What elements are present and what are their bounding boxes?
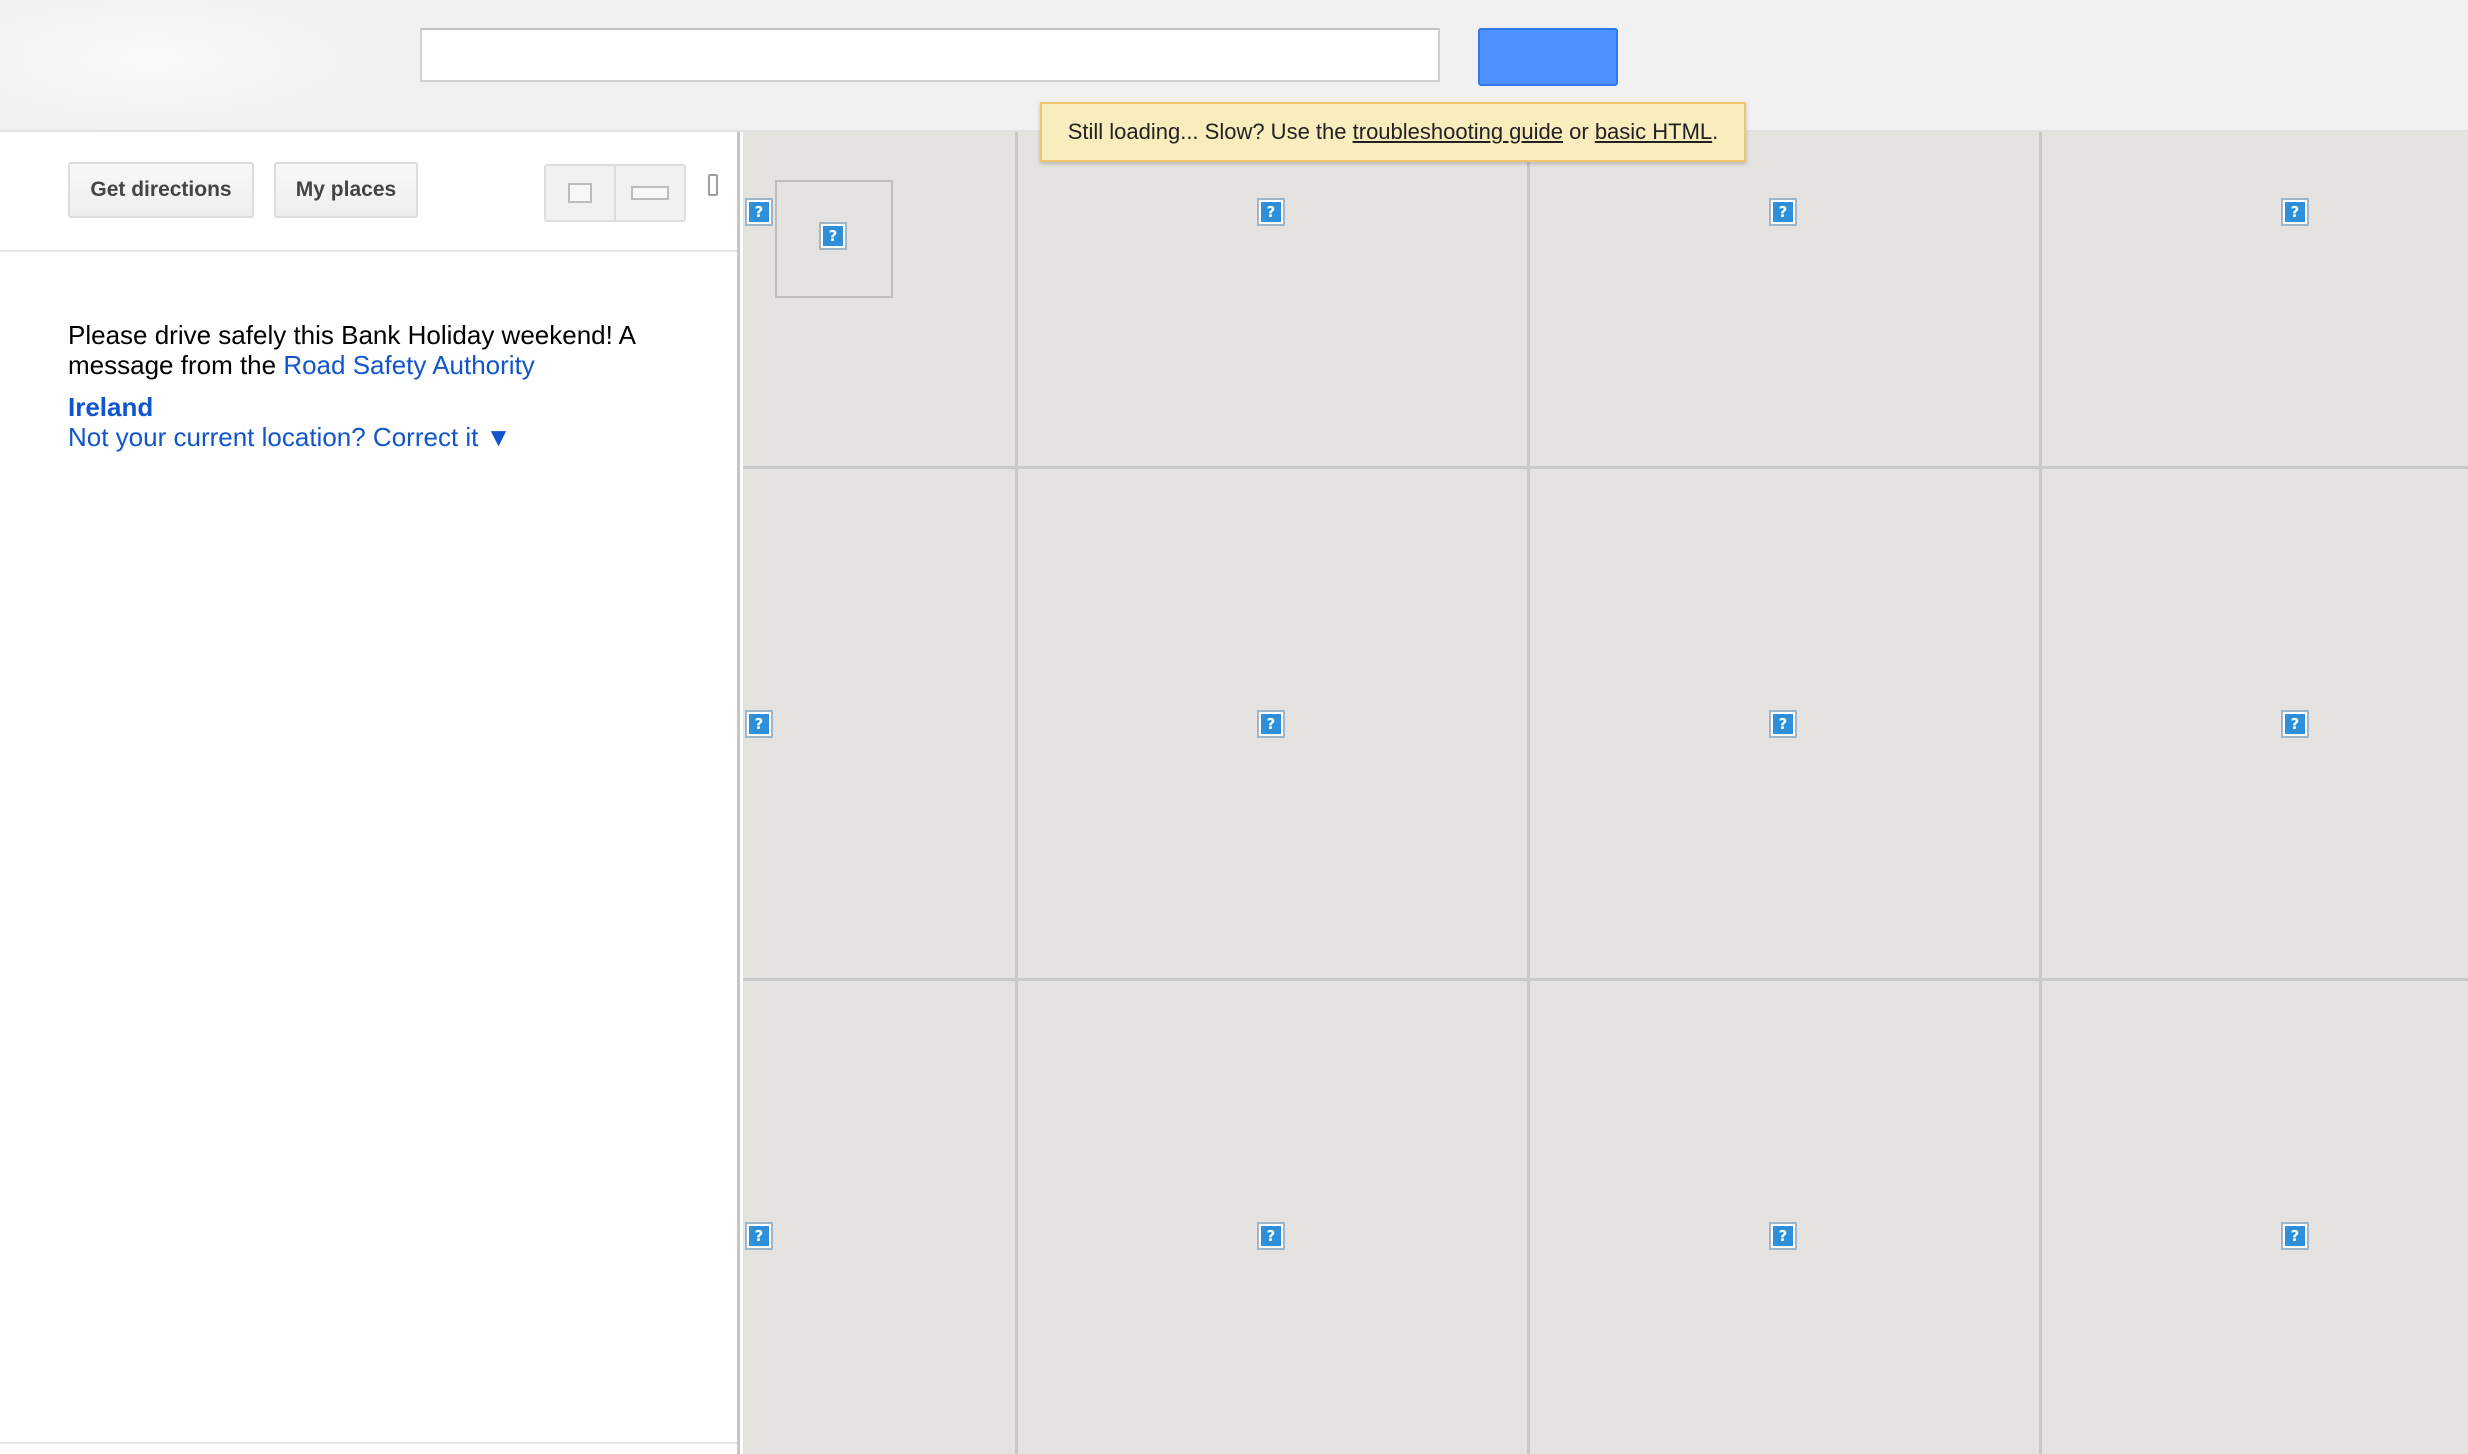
broken-image-icon: ? bbox=[745, 710, 773, 738]
loading-notice-middle: or bbox=[1563, 119, 1595, 144]
wide-view-icon bbox=[631, 186, 669, 200]
search-input[interactable] bbox=[420, 28, 1440, 82]
map-grid-line bbox=[743, 978, 2468, 981]
broken-image-icon: ? bbox=[1257, 710, 1285, 738]
panel-toolbar: Get directions My places bbox=[0, 132, 737, 252]
minimap-placeholder[interactable]: ? bbox=[775, 180, 893, 298]
broken-image-icon: ? bbox=[1769, 1222, 1797, 1250]
view-toggle bbox=[544, 164, 686, 222]
broken-image-icon: ? bbox=[745, 198, 773, 226]
broken-image-icon: ? bbox=[1257, 198, 1285, 226]
broken-image-icon: ? bbox=[819, 222, 847, 250]
square-view-icon bbox=[568, 183, 592, 203]
current-location-name[interactable]: Ireland bbox=[68, 392, 688, 422]
broken-image-icon: ? bbox=[2281, 710, 2309, 738]
basic-html-link[interactable]: basic HTML bbox=[1595, 119, 1712, 144]
broken-image-icon: ? bbox=[745, 1222, 773, 1250]
map-grid-line bbox=[1015, 132, 1018, 1454]
loading-notice: Still loading... Slow? Use the troublesh… bbox=[1040, 102, 1746, 162]
broken-image-icon: ? bbox=[1769, 710, 1797, 738]
broken-image-icon: ? bbox=[1769, 198, 1797, 226]
get-directions-button[interactable]: Get directions bbox=[68, 162, 254, 218]
logo-area bbox=[0, 0, 380, 130]
collapse-panel-handle-icon[interactable] bbox=[708, 174, 718, 196]
broken-image-icon: ? bbox=[2281, 198, 2309, 226]
correct-location-link[interactable]: Not your current location? Correct it ▼ bbox=[68, 422, 688, 452]
search-button[interactable] bbox=[1478, 28, 1618, 86]
my-places-button[interactable]: My places bbox=[274, 162, 418, 218]
map-canvas[interactable]: ? ? ? ? ? ? ? ? ? ? ? ? ? bbox=[743, 132, 2468, 1454]
troubleshooting-guide-link[interactable]: troubleshooting guide bbox=[1353, 119, 1563, 144]
loading-notice-suffix: . bbox=[1712, 119, 1719, 144]
left-panel: Get directions My places Please drive sa… bbox=[0, 132, 740, 1454]
road-safety-authority-link[interactable]: Road Safety Authority bbox=[283, 350, 534, 380]
panel-content: Please drive safely this Bank Holiday we… bbox=[68, 320, 688, 452]
map-grid-line bbox=[743, 466, 2468, 469]
broken-image-icon: ? bbox=[2281, 1222, 2309, 1250]
map-grid-line bbox=[1527, 132, 1530, 1454]
map-grid-line bbox=[2039, 132, 2042, 1454]
view-toggle-compact[interactable] bbox=[546, 166, 614, 220]
broken-image-icon: ? bbox=[1257, 1222, 1285, 1250]
panel-bottom-divider bbox=[0, 1442, 737, 1444]
app-root: Still loading... Slow? Use the troublesh… bbox=[0, 0, 2468, 1454]
safety-message: Please drive safely this Bank Holiday we… bbox=[68, 320, 688, 380]
loading-notice-prefix: Still loading... Slow? Use the bbox=[1067, 119, 1353, 144]
view-toggle-wide[interactable] bbox=[614, 166, 684, 220]
